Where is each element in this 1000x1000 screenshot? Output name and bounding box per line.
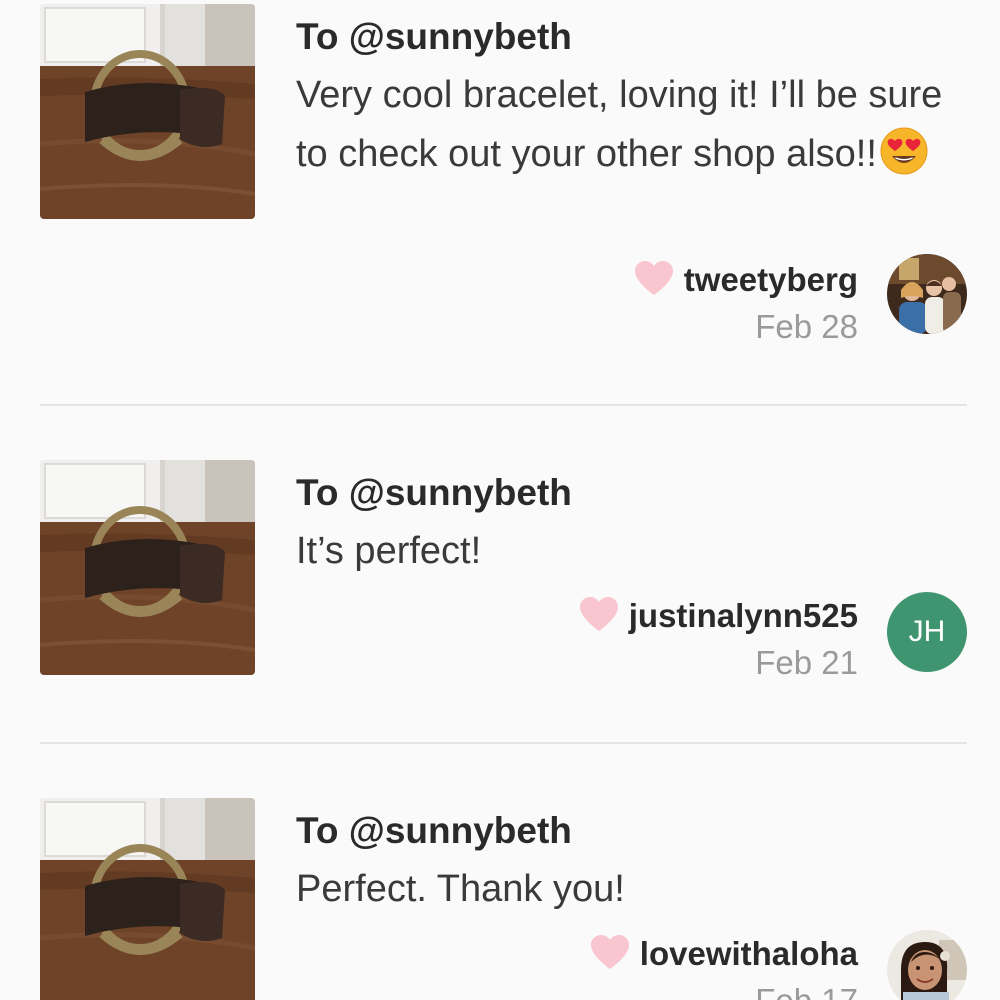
review-meta: justinalynn525 Feb 21 bbox=[579, 594, 858, 682]
product-thumbnail[interactable] bbox=[40, 4, 255, 219]
avatar-photo bbox=[887, 254, 967, 334]
heart-icon[interactable] bbox=[634, 260, 674, 301]
divider bbox=[40, 404, 967, 406]
divider bbox=[40, 742, 967, 744]
review-date: Feb 28 bbox=[755, 308, 858, 345]
review-feed: To @sunnybeth Very cool bracelet, loving… bbox=[0, 0, 1000, 1000]
bracelet-photo bbox=[40, 798, 255, 1000]
reviewer-username[interactable]: tweetyberg bbox=[684, 261, 858, 299]
bracelet-photo bbox=[40, 460, 255, 675]
review-recipient: To @sunnybeth bbox=[296, 16, 572, 57]
review-message-text: Very cool bracelet, loving it! I’ll be s… bbox=[296, 74, 943, 175]
reviewer-username[interactable]: justinalynn525 bbox=[629, 597, 858, 635]
avatar[interactable]: JH bbox=[887, 592, 967, 672]
heart-icon[interactable] bbox=[590, 934, 630, 975]
review-meta: tweetyberg Feb 28 bbox=[634, 258, 858, 346]
avatar[interactable] bbox=[887, 254, 967, 334]
review-date: Feb 21 bbox=[755, 644, 858, 681]
bracelet-photo bbox=[40, 4, 255, 219]
review-meta: lovewithaloha Feb 17 bbox=[590, 932, 858, 1000]
review-recipient: To @sunnybeth bbox=[296, 810, 572, 851]
review-recipient: To @sunnybeth bbox=[296, 472, 572, 513]
reviewer-username[interactable]: lovewithaloha bbox=[640, 935, 858, 973]
heart-eyes-emoji-icon bbox=[879, 126, 929, 194]
avatar-photo bbox=[887, 930, 967, 1000]
product-thumbnail[interactable] bbox=[40, 460, 255, 675]
product-thumbnail[interactable] bbox=[40, 798, 255, 1000]
review-message: Perfect. Thank you! bbox=[296, 868, 625, 910]
avatar-initials: JH bbox=[908, 615, 946, 648]
avatar[interactable] bbox=[887, 930, 967, 1000]
review-message: Very cool bracelet, loving it! I’ll be s… bbox=[296, 66, 976, 194]
heart-icon[interactable] bbox=[579, 596, 619, 637]
review-message: It’s perfect! bbox=[296, 530, 482, 572]
review-date: Feb 17 bbox=[590, 982, 858, 1000]
